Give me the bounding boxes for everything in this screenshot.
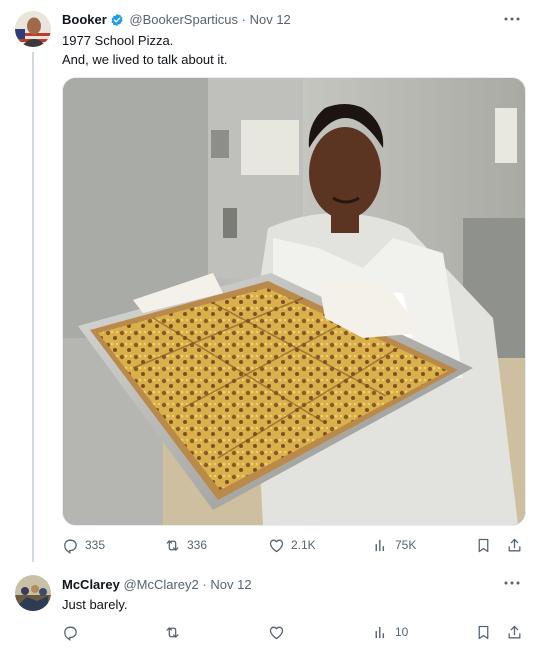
reply-header: McClarey @McClarey2 · Nov 12 bbox=[62, 576, 252, 594]
repost-button[interactable]: 336 bbox=[164, 535, 207, 555]
reply-icon bbox=[64, 539, 77, 554]
share-button[interactable] bbox=[506, 535, 523, 555]
reply-count: 335 bbox=[85, 538, 106, 552]
tweet-date[interactable]: Nov 12 bbox=[250, 12, 291, 27]
share-icon bbox=[508, 538, 521, 551]
bookmark-icon bbox=[478, 538, 489, 552]
views-button[interactable]: 10 bbox=[372, 622, 408, 642]
views-icon bbox=[375, 626, 385, 638]
repost-count: 336 bbox=[187, 538, 208, 552]
tweet-photo[interactable] bbox=[62, 77, 526, 526]
reply-button[interactable]: 335 bbox=[62, 535, 105, 555]
like-icon bbox=[269, 539, 284, 552]
author-avatar[interactable] bbox=[15, 11, 51, 47]
share-icon bbox=[508, 625, 521, 638]
like-count: 2.1K bbox=[291, 538, 316, 552]
reply-actions: 10 bbox=[62, 622, 524, 642]
views-count: 10 bbox=[395, 625, 409, 639]
author-handle[interactable]: @BookerSparticus bbox=[129, 12, 238, 27]
repost-button[interactable] bbox=[164, 622, 187, 642]
reply-date[interactable]: Nov 12 bbox=[210, 577, 251, 592]
bookmark-icon bbox=[478, 625, 489, 639]
views-button[interactable]: 75K bbox=[372, 535, 416, 555]
views-count: 75K bbox=[395, 538, 417, 552]
views-icon bbox=[375, 539, 385, 551]
like-button[interactable] bbox=[268, 622, 291, 642]
tweet-actions: 335 336 2.1K 75K bbox=[62, 535, 524, 555]
main-tweet[interactable]: Booker @BookerSparticus · Nov 12 1977 Sc… bbox=[0, 0, 535, 565]
reply-author-name[interactable]: McClarey bbox=[62, 577, 120, 592]
reply-text: Just barely. bbox=[62, 597, 128, 612]
repost-icon bbox=[166, 539, 179, 551]
reply-handle[interactable]: @McClarey2 bbox=[123, 577, 198, 592]
dot-separator: · bbox=[241, 12, 246, 27]
author-name[interactable]: Booker bbox=[62, 12, 107, 27]
repost-icon bbox=[166, 626, 179, 638]
tweet-header: Booker @BookerSparticus · Nov 12 bbox=[62, 11, 291, 32]
tweet-text: 1977 School Pizza. And, we lived to talk… bbox=[62, 31, 227, 69]
more-icon[interactable] bbox=[502, 10, 522, 28]
thread-line bbox=[32, 52, 34, 562]
reply-icon bbox=[64, 626, 77, 641]
more-icon[interactable] bbox=[502, 574, 522, 592]
bookmark-button[interactable] bbox=[475, 622, 492, 642]
bookmark-button[interactable] bbox=[475, 535, 492, 555]
tweet-text-line: And, we lived to talk about it. bbox=[62, 52, 228, 67]
verified-icon bbox=[110, 13, 124, 32]
share-button[interactable] bbox=[506, 622, 523, 642]
like-button[interactable]: 2.1K bbox=[268, 535, 316, 555]
reply-tweet[interactable]: McClarey @McClarey2 · Nov 12 Just barely… bbox=[0, 565, 535, 664]
like-icon bbox=[269, 626, 284, 639]
dot-separator: · bbox=[202, 577, 207, 592]
reply-avatar[interactable] bbox=[15, 575, 51, 611]
tweet-text-line: 1977 School Pizza. bbox=[62, 33, 174, 48]
reply-button[interactable] bbox=[62, 622, 85, 642]
